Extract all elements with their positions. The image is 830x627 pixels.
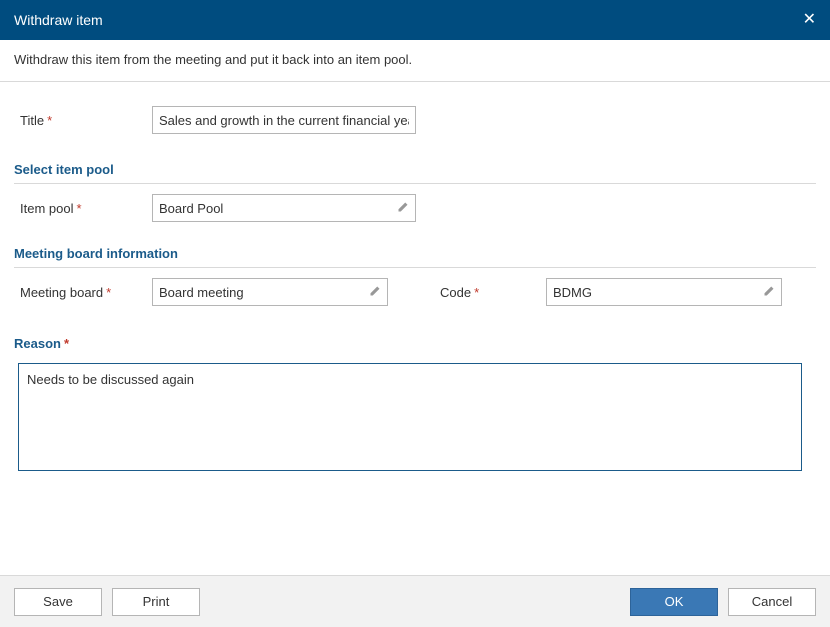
item-pool-value: Board Pool bbox=[159, 201, 223, 216]
section-reason-text: Reason bbox=[14, 336, 61, 351]
label-code-text: Code bbox=[440, 285, 471, 300]
pair-code: Code* BDMG bbox=[426, 278, 782, 306]
reason-textarea[interactable] bbox=[18, 363, 802, 471]
pair-meeting-board: Meeting board* Board meeting bbox=[14, 278, 388, 306]
label-item-pool-text: Item pool bbox=[20, 201, 73, 216]
footer-right: OK Cancel bbox=[630, 588, 816, 616]
meeting-board-lookup[interactable]: Board meeting bbox=[152, 278, 388, 306]
section-select-item-pool: Select item pool bbox=[14, 148, 816, 184]
section-reason: Reason* bbox=[14, 316, 816, 359]
code-lookup[interactable]: BDMG bbox=[546, 278, 782, 306]
section-meeting-board-info: Meeting board information bbox=[14, 232, 816, 268]
meeting-board-value: Board meeting bbox=[159, 285, 244, 300]
row-title: Title* bbox=[14, 82, 816, 148]
edit-icon bbox=[763, 285, 775, 300]
required-marker: * bbox=[474, 285, 479, 300]
form-area: Title* Select item pool Item pool* Board… bbox=[0, 82, 830, 474]
label-title: Title* bbox=[14, 113, 152, 128]
dialog-footer: Save Print OK Cancel bbox=[0, 575, 830, 627]
label-code: Code* bbox=[426, 285, 546, 300]
dialog-title: Withdraw item bbox=[14, 12, 103, 28]
item-pool-lookup[interactable]: Board Pool bbox=[152, 194, 416, 222]
row-item-pool: Item pool* Board Pool bbox=[14, 184, 816, 232]
ok-button[interactable]: OK bbox=[630, 588, 718, 616]
code-value: BDMG bbox=[553, 285, 592, 300]
close-icon[interactable]: ✕ bbox=[803, 12, 816, 28]
required-marker: * bbox=[76, 201, 81, 216]
label-meeting-board-text: Meeting board bbox=[20, 285, 103, 300]
cancel-button[interactable]: Cancel bbox=[728, 588, 816, 616]
instruction-text: Withdraw this item from the meeting and … bbox=[0, 40, 830, 82]
title-input[interactable] bbox=[152, 106, 416, 134]
required-marker: * bbox=[64, 336, 69, 351]
label-item-pool: Item pool* bbox=[14, 201, 152, 216]
footer-left: Save Print bbox=[14, 588, 200, 616]
row-meeting-board: Meeting board* Board meeting Code* BDMG bbox=[14, 268, 816, 316]
label-meeting-board: Meeting board* bbox=[14, 285, 152, 300]
edit-icon bbox=[397, 201, 409, 216]
dialog-header: Withdraw item ✕ bbox=[0, 0, 830, 40]
edit-icon bbox=[369, 285, 381, 300]
required-marker: * bbox=[106, 285, 111, 300]
save-button[interactable]: Save bbox=[14, 588, 102, 616]
print-button[interactable]: Print bbox=[112, 588, 200, 616]
required-marker: * bbox=[47, 113, 52, 128]
label-title-text: Title bbox=[20, 113, 44, 128]
